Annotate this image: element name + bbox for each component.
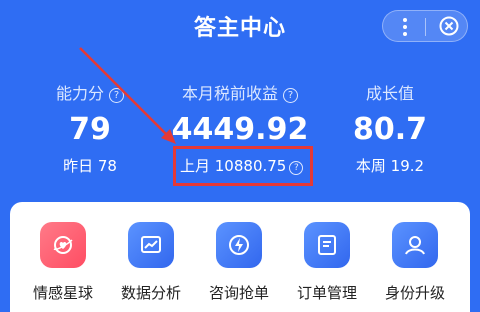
menu-item-consult-grab[interactable]: 咨询抢单 bbox=[201, 222, 277, 303]
ability-score-label: 能力分 bbox=[55, 84, 104, 103]
monthly-income-label: 本月税前收益 bbox=[181, 84, 278, 103]
help-icon[interactable]: ? bbox=[109, 88, 124, 103]
feature-menu-panel: 情感星球 数据分析 咨询抢单 订单管理 身份升级 bbox=[10, 202, 470, 312]
heart-planet-icon bbox=[53, 236, 73, 254]
menu-item-emotion-planet[interactable]: 情感星球 bbox=[25, 222, 101, 303]
last-month-income-text: 上月 10880.75 bbox=[180, 157, 287, 175]
growth-value-stat[interactable]: 成长值 80.7 本周 19.2 bbox=[320, 80, 460, 176]
chart-icon bbox=[141, 236, 161, 253]
menu-item-data-analysis[interactable]: 数据分析 bbox=[113, 222, 189, 303]
last-month-income: 上月 10880.75? bbox=[180, 155, 315, 176]
ability-score-stat[interactable]: 能力分? 79 昨日 78 bbox=[20, 80, 160, 176]
header: 答主中心 bbox=[0, 0, 480, 52]
monthly-income-stat[interactable]: 本月税前收益? 4449.92 bbox=[152, 80, 328, 147]
growth-value-label: 成长值 bbox=[365, 84, 414, 103]
mini-program-capsule bbox=[382, 10, 468, 42]
growth-value-number: 80.7 bbox=[352, 112, 428, 147]
monthly-income-value: 4449.92 bbox=[171, 112, 309, 147]
person-icon bbox=[405, 236, 425, 255]
lightning-icon bbox=[229, 235, 249, 255]
help-icon[interactable]: ? bbox=[283, 88, 298, 103]
ability-score-yesterday: 昨日 78 bbox=[63, 157, 117, 175]
menu-item-identity-upgrade[interactable]: 身份升级 bbox=[377, 222, 453, 303]
close-icon[interactable] bbox=[439, 16, 459, 36]
document-icon bbox=[318, 235, 336, 255]
growth-value-weekly: 本周 19.2 bbox=[355, 157, 425, 175]
more-icon[interactable] bbox=[401, 17, 409, 37]
capsule-divider bbox=[425, 18, 426, 36]
ability-score-value: 79 bbox=[69, 112, 111, 147]
help-icon[interactable]: ? bbox=[289, 161, 304, 175]
menu-item-order-management[interactable]: 订单管理 bbox=[289, 222, 365, 303]
